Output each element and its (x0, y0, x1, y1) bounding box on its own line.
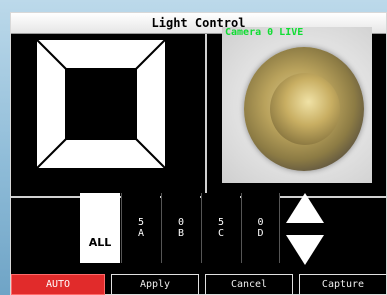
ring-light-frame (36, 39, 166, 169)
channel-a-button[interactable]: 5 A (121, 193, 160, 263)
increase-arrow-icon[interactable] (284, 190, 326, 228)
camera-label: Camera 0 LIVE (225, 27, 304, 38)
intensity-arrows (284, 190, 326, 268)
channel-b-button[interactable]: 0 B (161, 193, 200, 263)
channel-a-value: 5 (137, 217, 145, 228)
select-all-button[interactable]: ALL (80, 193, 120, 263)
channel-a-segment: A (137, 228, 145, 239)
coin-center (270, 73, 340, 145)
cancel-button[interactable]: Cancel (205, 274, 293, 295)
frame-center (66, 69, 136, 139)
select-all-label: ALL (88, 236, 112, 249)
coin-image (244, 47, 364, 171)
vertical-divider (205, 34, 207, 196)
channel-d-value: 0 (257, 217, 264, 228)
channel-b-value: 0 (177, 217, 185, 228)
channel-d-button[interactable]: 0 D (241, 193, 280, 263)
decrease-arrow-icon[interactable] (284, 230, 326, 268)
capture-button[interactable]: Capture (299, 274, 387, 295)
auto-button[interactable]: AUTO (11, 274, 105, 295)
channel-b-segment: B (177, 228, 185, 239)
channel-c-segment: C (217, 228, 225, 239)
apply-button[interactable]: Apply (111, 274, 199, 295)
camera-live-view: Camera 0 LIVE (222, 27, 372, 183)
channel-c-value: 5 (217, 217, 225, 228)
channel-d-segment: D (257, 228, 264, 239)
channel-c-button[interactable]: 5 C (201, 193, 240, 263)
